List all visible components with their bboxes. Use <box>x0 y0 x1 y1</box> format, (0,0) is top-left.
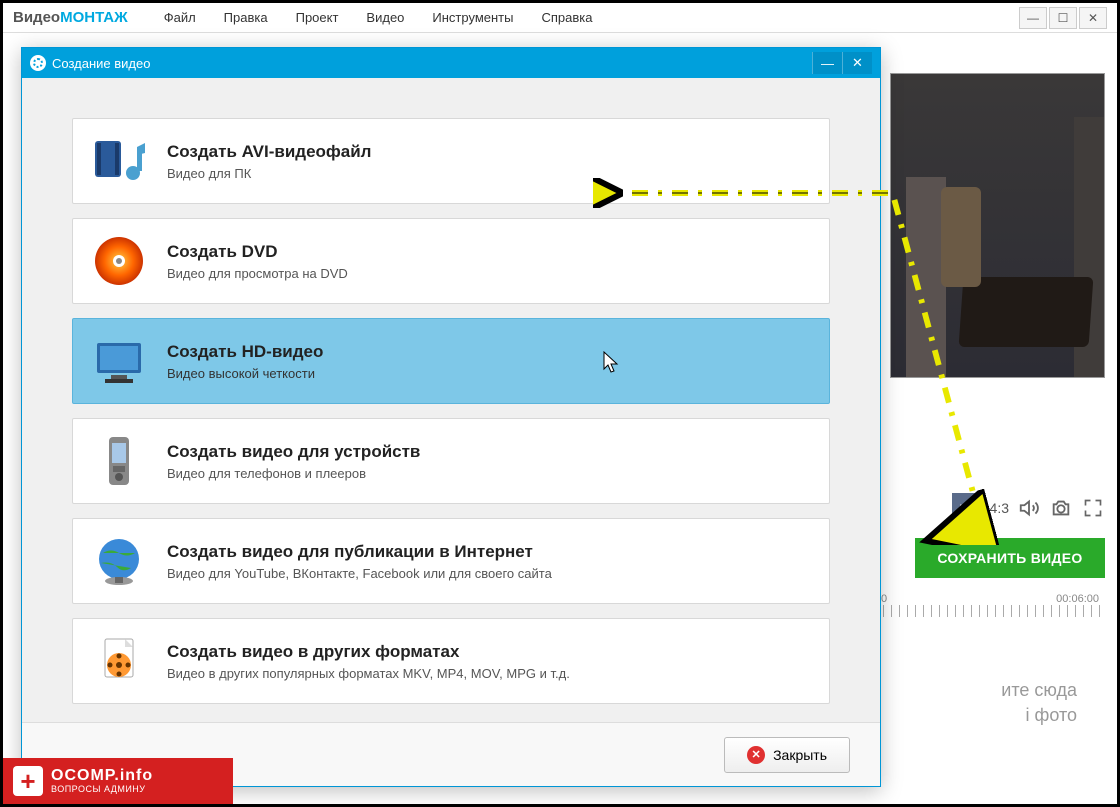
option-title: Создать AVI-видеофайл <box>167 142 371 162</box>
volume-icon[interactable] <box>1017 496 1041 520</box>
menu-bar: ВидеоМОНТАЖ Файл Правка Проект Видео Инс… <box>3 3 1117 33</box>
option-monitor[interactable]: Создать HD-видео Видео высокой четкости <box>72 318 830 404</box>
film-music-icon <box>91 133 147 189</box>
timeline[interactable]: 0 00:06:00 <box>875 593 1105 617</box>
time-mark: 0 <box>881 593 887 605</box>
dialog-close-button[interactable]: ✕ <box>842 52 872 74</box>
option-subtitle: Видео в других популярных форматах MKV, … <box>167 666 570 681</box>
save-video-button[interactable]: СОХРАНИТЬ ВИДЕО <box>915 538 1105 578</box>
menu-help[interactable]: Справка <box>529 6 604 29</box>
menu-edit[interactable]: Правка <box>212 6 280 29</box>
dvd-icon <box>91 233 147 289</box>
option-title: Создать видео для публикации в Интернет <box>167 542 552 562</box>
option-title: Создать видео для устройств <box>167 442 420 462</box>
app-brand: ВидеоМОНТАЖ <box>13 9 128 26</box>
menu-video[interactable]: Видео <box>354 6 416 29</box>
window-controls: — ☐ ✕ <box>1019 7 1107 29</box>
camera-icon[interactable] <box>1049 496 1073 520</box>
option-subtitle: Видео для телефонов и плееров <box>167 466 420 481</box>
dialog-title-text: Создание видео <box>52 56 150 71</box>
close-button-footer[interactable]: ✕ Закрыть <box>724 737 850 773</box>
globe-icon <box>91 533 147 589</box>
option-subtitle: Видео для ПК <box>167 166 371 181</box>
option-globe[interactable]: Создать видео для публикации в Интернет В… <box>72 518 830 604</box>
drop-hint: ите сюда і фото <box>1001 678 1077 728</box>
option-phone[interactable]: Создать видео для устройств Видео для тел… <box>72 418 830 504</box>
plus-icon: + <box>13 766 43 796</box>
option-title: Создать HD-видео <box>167 342 323 362</box>
phone-icon <box>91 433 147 489</box>
dialog-titlebar[interactable]: Создание видео — ✕ <box>22 48 880 78</box>
monitor-icon <box>91 333 147 389</box>
close-label: Закрыть <box>773 747 827 763</box>
menu-file[interactable]: Файл <box>152 6 208 29</box>
maximize-button[interactable]: ☐ <box>1049 7 1077 29</box>
option-subtitle: Видео для YouTube, ВКонтакте, Facebook и… <box>167 566 552 581</box>
dialog-minimize-button[interactable]: — <box>812 52 842 74</box>
create-video-dialog: Создание видео — ✕ Создать AVI-видеофайл… <box>21 47 881 787</box>
fullscreen-icon[interactable] <box>1081 496 1105 520</box>
option-dvd[interactable]: Создать DVD Видео для просмотра на DVD <box>72 218 830 304</box>
menu-project[interactable]: Проект <box>284 6 351 29</box>
option-filereel[interactable]: Создать видео в других форматах Видео в д… <box>72 618 830 704</box>
watermark-badge: + OCOMP.info ВОПРОСЫ АДМИНУ <box>3 758 233 804</box>
video-preview[interactable] <box>890 73 1105 378</box>
minimize-button[interactable]: — <box>1019 7 1047 29</box>
option-title: Создать видео в других форматах <box>167 642 570 662</box>
time-mark: 00:06:00 <box>1056 593 1099 605</box>
filereel-icon <box>91 633 147 689</box>
option-subtitle: Видео высокой четкости <box>167 366 323 381</box>
option-title: Создать DVD <box>167 242 348 262</box>
reel-icon <box>30 55 46 71</box>
close-button[interactable]: ✕ <box>1079 7 1107 29</box>
next-button[interactable]: ▶| <box>952 493 982 523</box>
option-list: Создать AVI-видеофайлВидео для ПКСоздать… <box>72 118 830 704</box>
option-film-music[interactable]: Создать AVI-видеофайл Видео для ПК <box>72 118 830 204</box>
player-controls: ▶| 4:3 <box>952 493 1105 523</box>
close-x-icon: ✕ <box>747 746 765 764</box>
option-subtitle: Видео для просмотра на DVD <box>167 266 348 281</box>
menu-tools[interactable]: Инструменты <box>420 6 525 29</box>
aspect-ratio[interactable]: 4:3 <box>990 500 1009 516</box>
